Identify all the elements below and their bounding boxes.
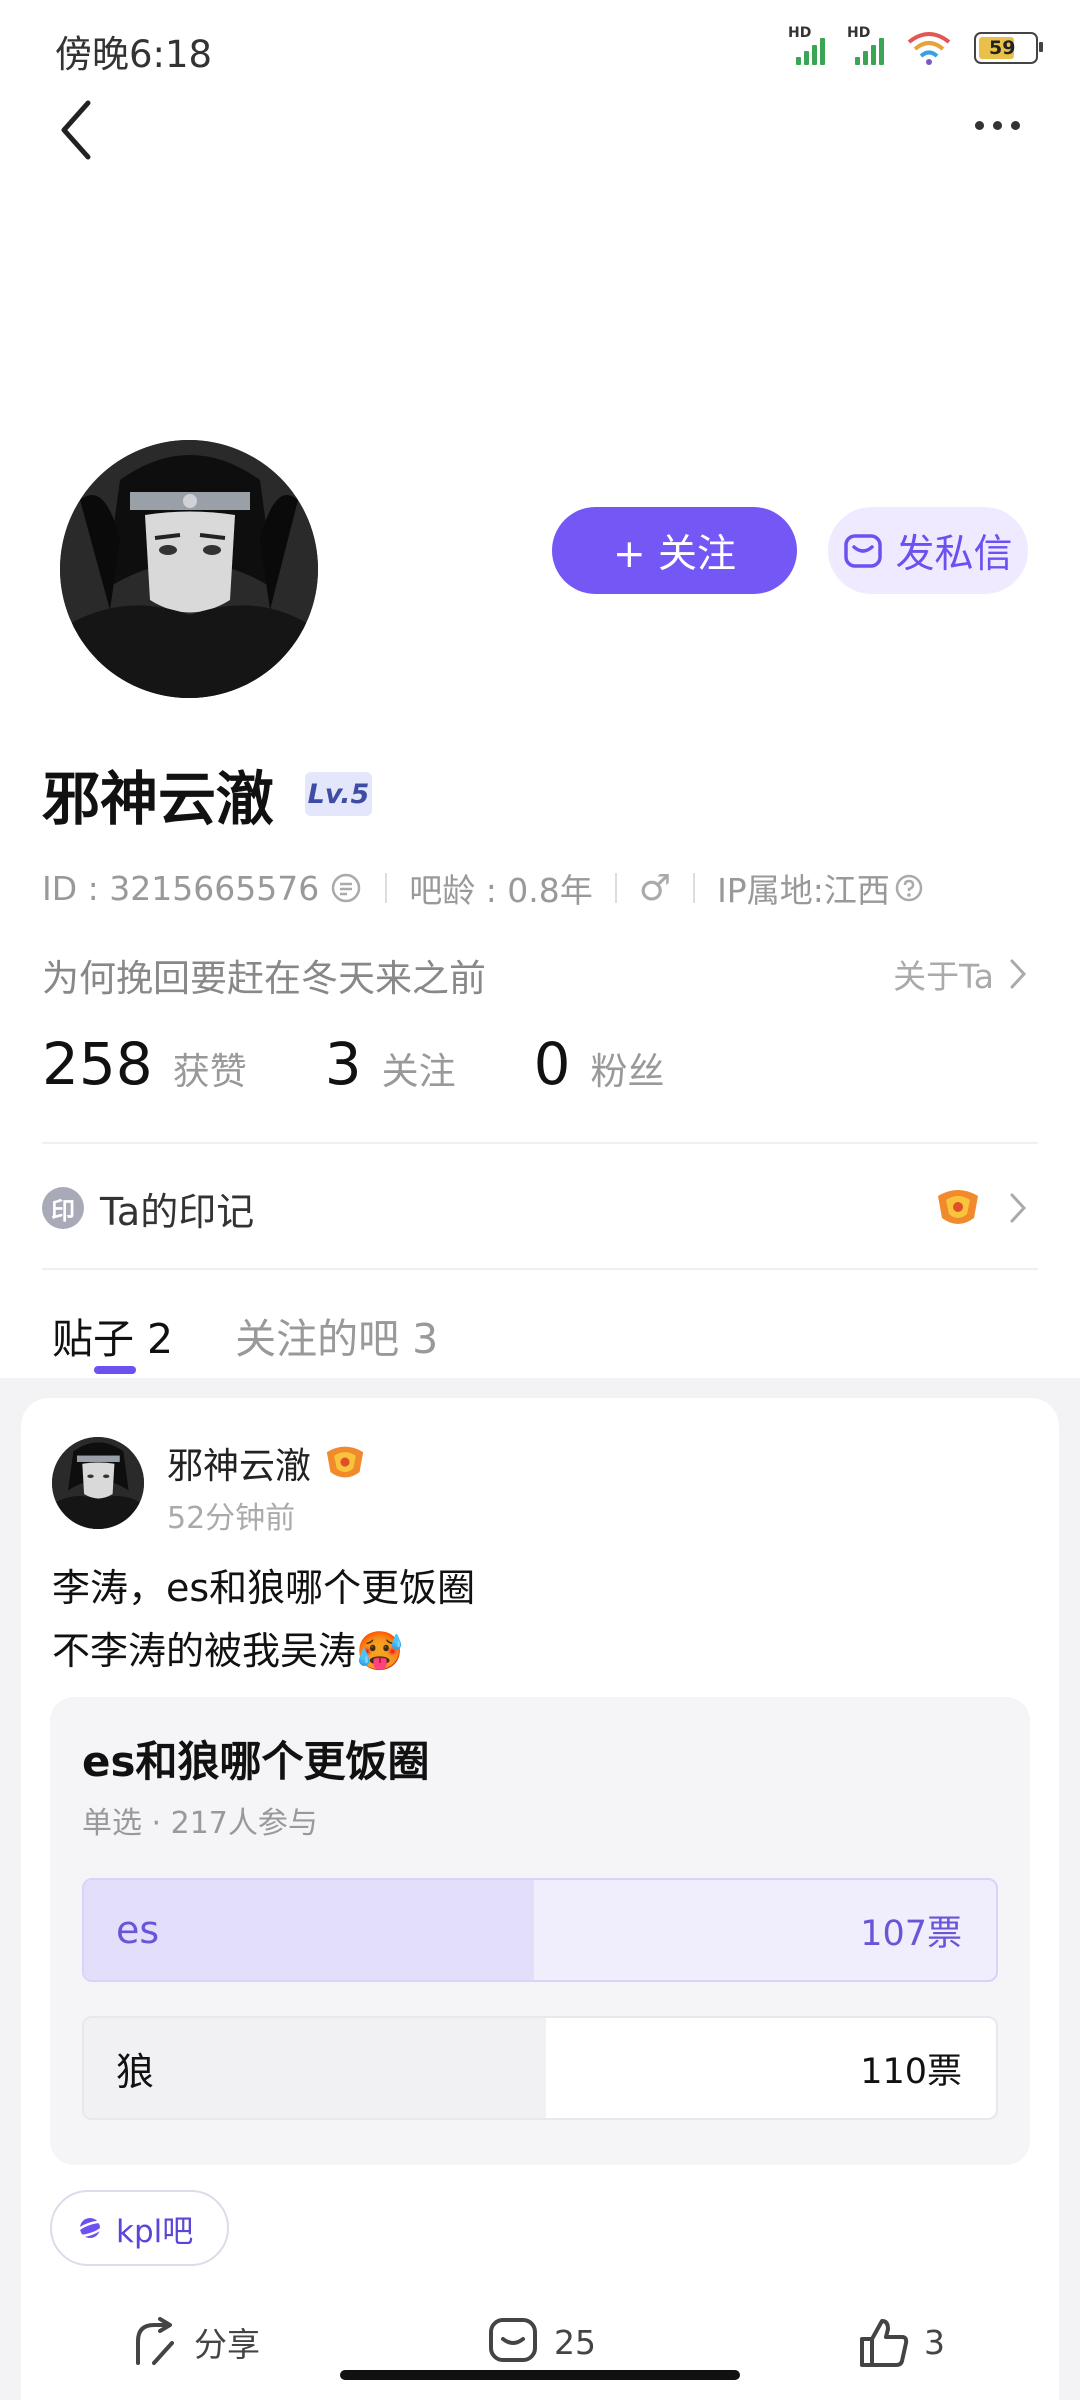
post-time: 52分钟前 <box>167 1501 296 1536</box>
follow-button[interactable]: + 关注 <box>552 507 797 594</box>
level-badge: Lv.5 <box>305 772 372 816</box>
forum-tag[interactable]: kpl吧 <box>50 2190 230 2266</box>
help-icon[interactable] <box>894 873 924 903</box>
avatar-image <box>60 440 318 698</box>
send-message-label: 发私信 <box>895 531 1013 577</box>
about-label: 关于Ta <box>893 957 994 996</box>
chevron-right-icon <box>1010 959 1027 989</box>
comment-count: 25 <box>554 2322 596 2362</box>
comment-button[interactable]: 25 <box>488 2312 596 2372</box>
gender-male-icon: ♂ <box>638 867 672 909</box>
chevron-left-icon <box>61 100 91 160</box>
bar-age: 吧龄 : 0.8年 <box>409 871 593 910</box>
username: 邪神云澈 <box>42 765 275 833</box>
marks-label: Ta的印记 <box>100 1189 255 1234</box>
post-author-row: 邪神云澈 <box>167 1437 367 1489</box>
post-text-line-2: 不李涛的被我吴涛🥵 <box>52 1629 404 1673</box>
forum-tag-label: kpl吧 <box>116 2213 194 2250</box>
stat-following[interactable]: 3 关注 <box>325 1030 456 1098</box>
profile-avatar[interactable] <box>60 440 318 698</box>
mail-icon <box>844 533 883 568</box>
profile-tabs: 贴子 2 关注的吧 3 <box>52 1305 438 1365</box>
like-button[interactable]: 3 <box>858 2312 945 2372</box>
poll-option-label: 狼 <box>116 2049 155 2094</box>
status-icons: HD HD 59 <box>788 25 1043 70</box>
cell-signal-2-icon: HD <box>847 25 884 65</box>
author-emblem-icon <box>326 1446 364 1478</box>
marks-row[interactable]: 印 Ta的印记 <box>42 1175 1028 1241</box>
cell-signal-icon: HD <box>788 25 825 65</box>
send-message-button[interactable]: 发私信 <box>828 507 1028 594</box>
like-count: 3 <box>924 2322 945 2362</box>
poll-option-votes: 110票 <box>860 2051 962 2092</box>
profile-stats: 258 获赞 3 关注 0 粉丝 <box>42 1030 743 1098</box>
poll-option[interactable]: 狼 110票 <box>82 2016 998 2120</box>
about-link[interactable]: 关于Ta <box>893 950 1028 998</box>
planet-icon <box>74 2218 106 2238</box>
post-text-line-1: 李涛，es和狼哪个更饭圈 <box>52 1566 476 1610</box>
comment-icon <box>489 2318 537 2362</box>
home-indicator[interactable] <box>340 2370 740 2380</box>
back-button[interactable] <box>52 95 112 165</box>
share-label: 分享 <box>194 2325 260 2364</box>
divider <box>42 1268 1038 1270</box>
ip-location: IP属地:江西 <box>717 871 890 910</box>
divider <box>42 1142 1038 1144</box>
post-author-avatar[interactable] <box>52 1437 144 1529</box>
stat-followers[interactable]: 0 粉丝 <box>534 1030 665 1098</box>
chevron-right-icon <box>1010 1193 1027 1223</box>
poll-option-votes: 107票 <box>860 1913 962 1954</box>
avatar-image <box>52 1437 144 1529</box>
mark-emblem-icon <box>938 1190 978 1224</box>
poll-option[interactable]: es 107票 <box>82 1878 998 1982</box>
user-id: ID : 3215665576 <box>42 868 320 908</box>
tab-followed-bars[interactable]: 关注的吧 3 <box>235 1305 438 1365</box>
share-icon <box>136 2317 174 2365</box>
copy-icon[interactable] <box>329 871 363 905</box>
poll-subtitle: 单选 · 217人参与 <box>82 1806 318 1841</box>
poll-title: es和狼哪个更饭圈 <box>82 1737 430 1786</box>
tab-posts[interactable]: 贴子 2 <box>52 1305 173 1365</box>
thumbs-up-icon <box>860 2319 909 2367</box>
more-options-button[interactable] <box>975 110 1035 140</box>
share-button[interactable]: 分享 <box>128 2312 260 2372</box>
status-time: 傍晚6:18 <box>55 33 213 76</box>
tab-indicator <box>94 1366 136 1374</box>
profile-bio: 为何挽回要赶在冬天来之前 <box>42 957 486 1000</box>
post-author-name[interactable]: 邪神云澈 <box>167 1437 311 1489</box>
wifi-icon <box>907 32 951 65</box>
profile-meta-row: ID : 3215665576 吧龄 : 0.8年 ♂ IP属地:江西 <box>42 864 924 912</box>
battery-icon: 59 <box>974 32 1043 64</box>
poll-option-label: es <box>116 1908 160 1952</box>
mark-badge-icon: 印 <box>42 1187 84 1229</box>
stat-likes[interactable]: 258 获赞 <box>42 1030 247 1098</box>
